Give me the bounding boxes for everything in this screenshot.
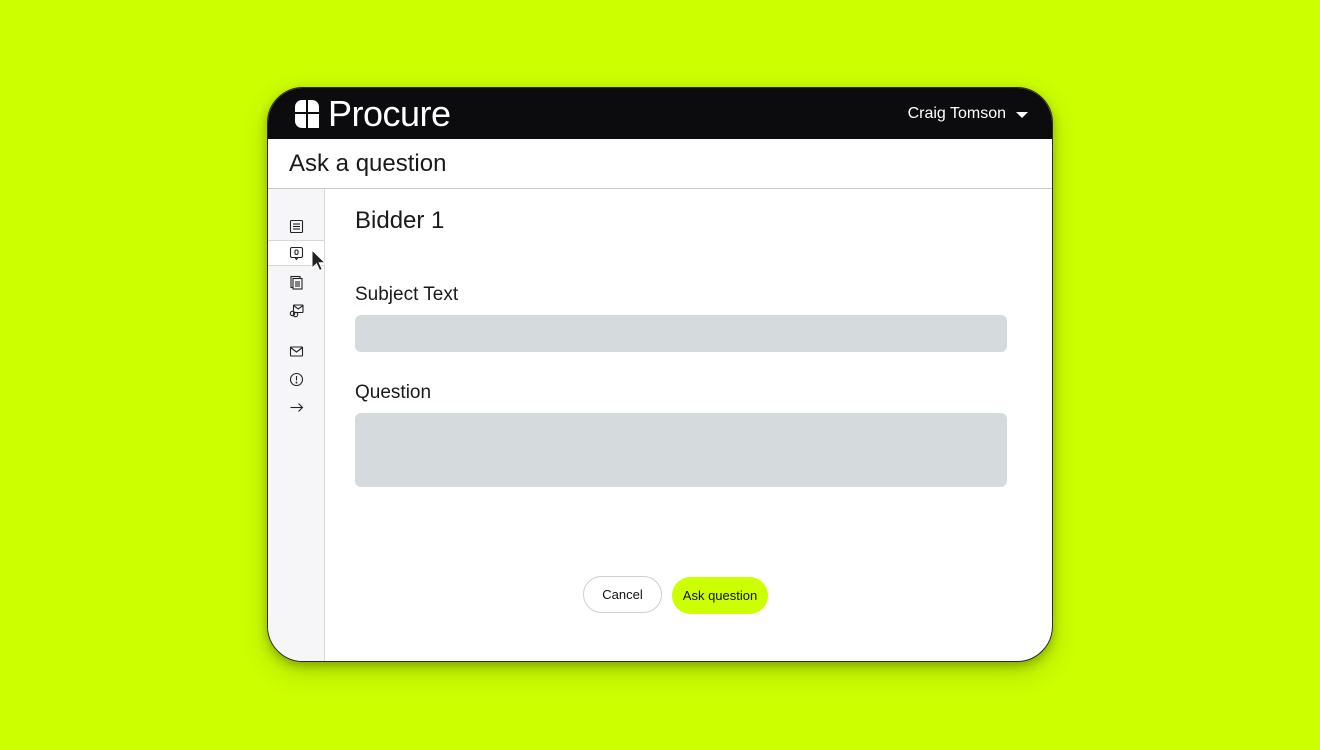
question-label: Question bbox=[355, 382, 432, 403]
user-menu[interactable]: Craig Tomson bbox=[908, 105, 1028, 123]
question-box-icon bbox=[289, 246, 303, 260]
sidebar-item-mail-link[interactable] bbox=[268, 297, 324, 323]
sidebar-item-messages[interactable] bbox=[268, 338, 324, 364]
list-icon bbox=[289, 219, 303, 233]
arrow-right-icon bbox=[290, 402, 303, 412]
documents-icon bbox=[289, 275, 303, 290]
app-window: Procure Craig Tomson Ask a question Bidd… bbox=[267, 87, 1053, 662]
page-title: Ask a question bbox=[289, 150, 447, 177]
mail-icon bbox=[289, 345, 303, 357]
mouse-cursor-icon bbox=[311, 249, 326, 272]
question-textarea[interactable] bbox=[355, 413, 1007, 487]
chevron-down-icon bbox=[1016, 112, 1028, 118]
mail-link-icon bbox=[289, 303, 304, 317]
user-name: Craig Tomson bbox=[907, 105, 1006, 122]
subject-input[interactable] bbox=[355, 315, 1007, 352]
subject-label: Subject Text bbox=[355, 284, 459, 305]
brand-name: Procure bbox=[328, 93, 451, 134]
sidebar-item-next[interactable] bbox=[268, 394, 324, 420]
sidebar-item-list[interactable] bbox=[268, 213, 324, 239]
main-content: Bidder 1 Subject Text Question Cancel As… bbox=[325, 189, 1052, 661]
sidebar-item-alerts[interactable] bbox=[268, 366, 324, 392]
top-bar: Procure Craig Tomson bbox=[268, 88, 1052, 139]
procure-logo-icon bbox=[295, 100, 319, 128]
cancel-button[interactable]: Cancel bbox=[583, 576, 662, 613]
page-header: Ask a question bbox=[268, 139, 1052, 189]
ask-question-button[interactable]: Ask question bbox=[672, 577, 768, 614]
alert-circle-icon bbox=[289, 372, 303, 386]
bidder-heading: Bidder 1 bbox=[355, 207, 445, 234]
